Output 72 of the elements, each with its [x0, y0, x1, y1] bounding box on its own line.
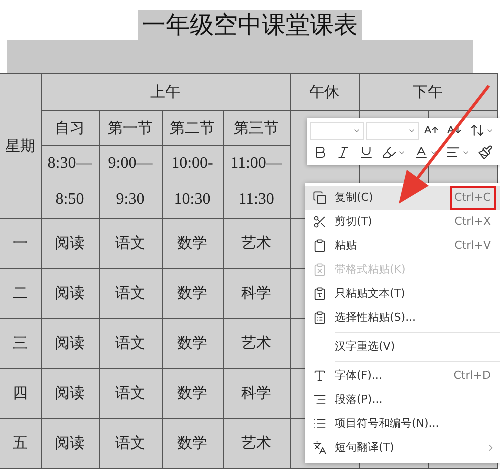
menu-item[interactable]: 复制(C) Ctrl+C	[305, 186, 500, 210]
table-cell: 阅读	[41, 318, 99, 368]
table-cell: 星期	[0, 74, 41, 218]
table-cell: 自习	[41, 110, 99, 146]
menu-label: 粘贴	[335, 238, 358, 254]
table-cell: 科学	[223, 268, 290, 318]
table-cell: 一	[0, 218, 41, 268]
table-cell: 阅读	[41, 418, 99, 468]
table-cell: 阅读	[41, 218, 99, 268]
clipboard-icon	[313, 239, 327, 253]
table-cell: 数学	[162, 368, 223, 418]
table-cell: 数学	[162, 418, 223, 468]
table-cell: 第三节	[223, 110, 290, 146]
table-cell: 语文	[99, 218, 162, 268]
menu-label: 复制(C)	[335, 190, 374, 206]
table-cell: 数学	[162, 318, 223, 368]
table-cell: 四	[0, 368, 41, 418]
clipboard-text-icon	[313, 287, 327, 301]
table-cell: 艺术	[223, 318, 290, 368]
menu-item[interactable]: 项目符号和编号(N)...	[305, 412, 500, 436]
table-cell: 9:00— 9:30	[99, 146, 162, 218]
menu-label: 字体(F)...	[335, 368, 384, 384]
table-cell: 阅读	[41, 368, 99, 418]
table-cell: 10:00- 10:30	[162, 146, 223, 218]
table-cell: 第一节	[99, 110, 162, 146]
copy-icon	[313, 191, 327, 205]
document-title: 一年级空中课堂课表	[138, 10, 362, 40]
scissors-icon	[313, 215, 327, 229]
menu-item[interactable]: 只粘贴文本(T)	[305, 282, 500, 306]
menu-item[interactable]: 短句翻译(T)	[305, 436, 500, 460]
shortcut-text: Ctrl+D	[452, 368, 492, 384]
menu-item[interactable]: 字体(F)... Ctrl+D	[305, 364, 500, 388]
table-cell: 数学	[162, 268, 223, 318]
clipboard-icon	[313, 311, 327, 325]
clipboard-icon	[313, 263, 327, 277]
translate-icon	[313, 441, 327, 455]
table-cell: 数学	[162, 218, 223, 268]
paragraph-icon	[313, 393, 327, 407]
menu-label: 短句翻译(T)	[335, 440, 396, 456]
menu-item[interactable]: 选择性粘贴(S)...	[305, 306, 500, 330]
table-cell: 8:30— 8:50	[41, 146, 99, 218]
table-cell: 三	[0, 318, 41, 368]
table-cell: 艺术	[223, 218, 290, 268]
shortcut-text: Ctrl+V	[454, 238, 492, 254]
shortcut-text: Ctrl+X	[454, 214, 492, 230]
table-cell: 语文	[99, 318, 162, 368]
table-cell: 语文	[99, 368, 162, 418]
table-cell: 五	[0, 418, 41, 468]
table-cell: 下午	[359, 74, 497, 110]
menu-label: 汉字重选(V)	[335, 338, 396, 355]
table-cell: 语文	[99, 418, 162, 468]
table-cell: 科学	[223, 368, 290, 418]
font-icon	[313, 369, 327, 383]
menu-label: 选择性粘贴(S)...	[335, 310, 418, 326]
table-cell: 阅读	[41, 268, 99, 318]
table-cell: 艺术	[223, 418, 290, 468]
menu-label: 项目符号和编号(N)...	[335, 416, 440, 432]
menu-item[interactable]: 汉字重选(V)	[305, 335, 500, 359]
table-cell: 语文	[99, 268, 162, 318]
table-cell: 上午	[41, 74, 290, 110]
menu-item[interactable]: 段落(P)...	[305, 388, 500, 412]
menu-label: 带格式粘贴(K)	[335, 262, 407, 278]
table-cell: 11:00— 11:30	[223, 146, 290, 218]
menu-label: 剪切(T)	[335, 214, 374, 230]
table-cell: 午休	[290, 74, 359, 110]
table-cell: 二	[0, 268, 41, 318]
shortcut-text: Ctrl+C	[454, 190, 492, 206]
table-cell: 第二节	[162, 110, 223, 146]
menu-label: 只粘贴文本(T)	[335, 286, 406, 302]
menu-label: 段落(P)...	[335, 392, 384, 408]
menu-item[interactable]: 剪切(T) Ctrl+X	[305, 210, 500, 234]
menu-item[interactable]: 粘贴 Ctrl+V	[305, 234, 500, 258]
